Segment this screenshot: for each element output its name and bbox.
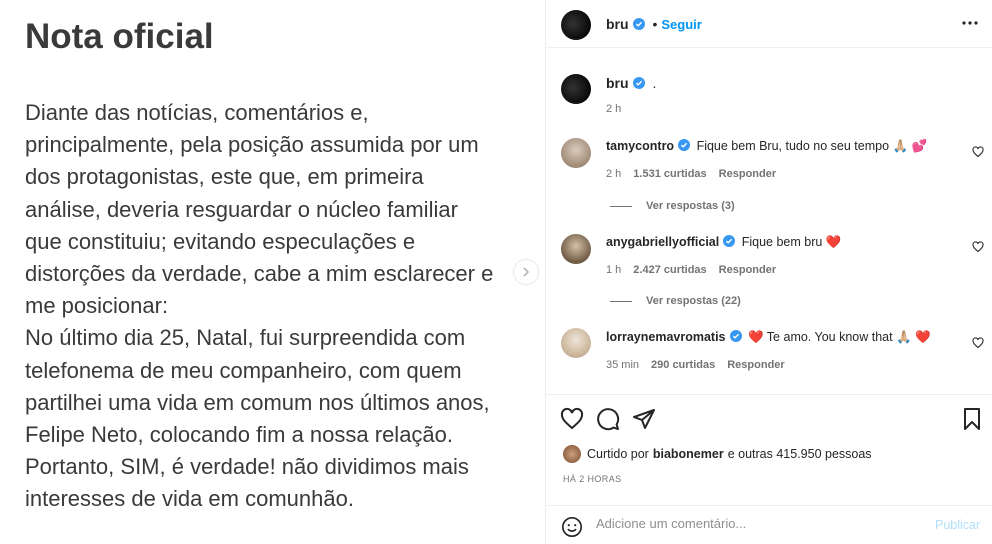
- next-slide-button[interactable]: [514, 260, 538, 284]
- comment-like-heart-icon[interactable]: [972, 241, 984, 253]
- comment-row: lorraynemavromatis ❤️ Te amo. You know t…: [606, 330, 931, 345]
- comment-likes[interactable]: 2.427 curtidas: [633, 264, 706, 276]
- note-line: me posicionar:: [25, 293, 169, 319]
- liker-avatar[interactable]: [563, 445, 581, 463]
- view-replies-button[interactable]: Ver respostas (3): [610, 200, 735, 212]
- comment-username[interactable]: lorraynemavromatis: [606, 330, 726, 344]
- comment-like-heart-icon[interactable]: [972, 337, 984, 349]
- comment-row: tamycontro Fique bem Bru, tudo no seu te…: [606, 139, 927, 154]
- verified-badge-icon: [678, 139, 691, 151]
- note-line: distorções da verdade, cabe a mim esclar…: [25, 261, 494, 287]
- publish-button[interactable]: Publicar: [935, 518, 980, 532]
- comment-input[interactable]: [596, 516, 916, 531]
- likes-prefix: Curtido por: [587, 447, 649, 461]
- bookmark-icon[interactable]: [960, 407, 984, 431]
- share-icon[interactable]: [632, 407, 656, 431]
- liker-username[interactable]: biabonemer: [653, 447, 724, 461]
- post-header: bru • Seguir: [546, 0, 992, 48]
- note-line: dos protagonistas, este que, em primeira: [25, 164, 424, 190]
- note-title: Nota oficial: [25, 17, 214, 56]
- comment-time: 1 h: [606, 264, 622, 276]
- view-replies-label: Ver respostas (3): [646, 200, 735, 212]
- emoji-icon[interactable]: [561, 516, 583, 538]
- note-line: análise, deveria resguardar o núcleo fam…: [25, 196, 458, 222]
- heart-icon[interactable]: [560, 407, 584, 431]
- comment-avatar[interactable]: [561, 138, 591, 168]
- caption-avatar[interactable]: [561, 74, 591, 104]
- note-line: principalmente, pela posição assumida po…: [25, 132, 479, 158]
- note-line: interesses de vida em comunhão.: [25, 486, 354, 512]
- header-username[interactable]: bru: [606, 16, 629, 32]
- follow-button[interactable]: Seguir: [661, 17, 701, 32]
- note-line: No último dia 25, Natal, fui surpreendid…: [25, 325, 466, 351]
- note-line: Portanto, SIM, é verdade! não dividimos …: [25, 454, 469, 480]
- chevron-right-icon: [523, 267, 530, 277]
- more-horizontal-icon[interactable]: [962, 21, 978, 25]
- comment-likes[interactable]: 1.531 curtidas: [633, 168, 706, 180]
- post-sidebar: bru • Seguir bru . 2 h tamycontro Fique b…: [545, 0, 992, 544]
- verified-badge-icon: [729, 330, 742, 342]
- view-replies-label: Ver respostas (22): [646, 295, 741, 307]
- header-username-row: bru • Seguir: [606, 16, 702, 32]
- comment-like-heart-icon[interactable]: [972, 146, 984, 158]
- reply-button[interactable]: Responder: [719, 264, 776, 276]
- avatar[interactable]: [561, 10, 591, 40]
- caption-text: .: [652, 75, 657, 91]
- caption-time: 2 h: [606, 103, 622, 115]
- divider: [610, 205, 632, 207]
- post-timestamp: HÁ 2 HORAS: [563, 474, 622, 484]
- comment-row: anygabriellyofficial Fique bem bru ❤️: [606, 235, 841, 250]
- comment-text: Fique bem Bru, tudo no seu tempo 🙏🏼 💕: [696, 139, 928, 153]
- comment-meta: 1 h 2.427 curtidas Responder: [606, 264, 788, 276]
- comment-bar: Publicar: [546, 505, 992, 544]
- post-image: Nota oficial Diante das notícias, coment…: [0, 0, 545, 544]
- note-line: partilhei uma vida em comum nos últimos …: [25, 389, 490, 415]
- view-replies-button[interactable]: Ver respostas (22): [610, 295, 741, 307]
- comment-avatar[interactable]: [561, 234, 591, 264]
- likes-summary: Curtido por biabonemer e outras 415.950 pe…: [563, 445, 872, 463]
- note-line: telefonema de meu companheiro, com quem: [25, 357, 462, 383]
- comment-likes[interactable]: 290 curtidas: [651, 359, 715, 371]
- caption-username[interactable]: bru: [606, 75, 629, 91]
- comment-icon[interactable]: [596, 407, 620, 431]
- note-line: Diante das notícias, comentários e,: [25, 100, 369, 125]
- comment-meta: 2 h 1.531 curtidas Responder: [606, 168, 788, 180]
- caption-row: bru .: [606, 75, 656, 91]
- comment-username[interactable]: anygabriellyofficial: [606, 235, 719, 249]
- comment-text: ❤️ Te amo. You know that 🙏🏼 ❤️: [748, 330, 931, 344]
- comment-time: 35 min: [606, 359, 640, 371]
- verified-badge-icon: [632, 18, 645, 30]
- reply-button[interactable]: Responder: [727, 359, 784, 371]
- verified-badge-icon: [723, 235, 736, 247]
- note-line: Felipe Neto, colocando fim a nossa relaç…: [25, 422, 454, 448]
- verified-badge-icon: [632, 77, 645, 89]
- header-separator: •: [652, 16, 658, 32]
- post-actions: Curtido por biabonemer e outras 415.950 pe…: [546, 394, 992, 544]
- comment-username[interactable]: tamycontro: [606, 139, 674, 153]
- comment-time: 2 h: [606, 168, 622, 180]
- reply-button[interactable]: Responder: [719, 168, 776, 180]
- divider: [610, 300, 632, 302]
- likes-count[interactable]: e outras 415.950 pessoas: [728, 447, 872, 461]
- note-line: que constituiu; evitando especulações e: [25, 228, 416, 254]
- note-body: Diante das notícias, comentários e, prin…: [25, 97, 545, 516]
- comment-text: Fique bem bru ❤️: [741, 235, 842, 249]
- comment-meta: 35 min 290 curtidas Responder: [606, 359, 797, 371]
- comment-avatar[interactable]: [561, 328, 591, 358]
